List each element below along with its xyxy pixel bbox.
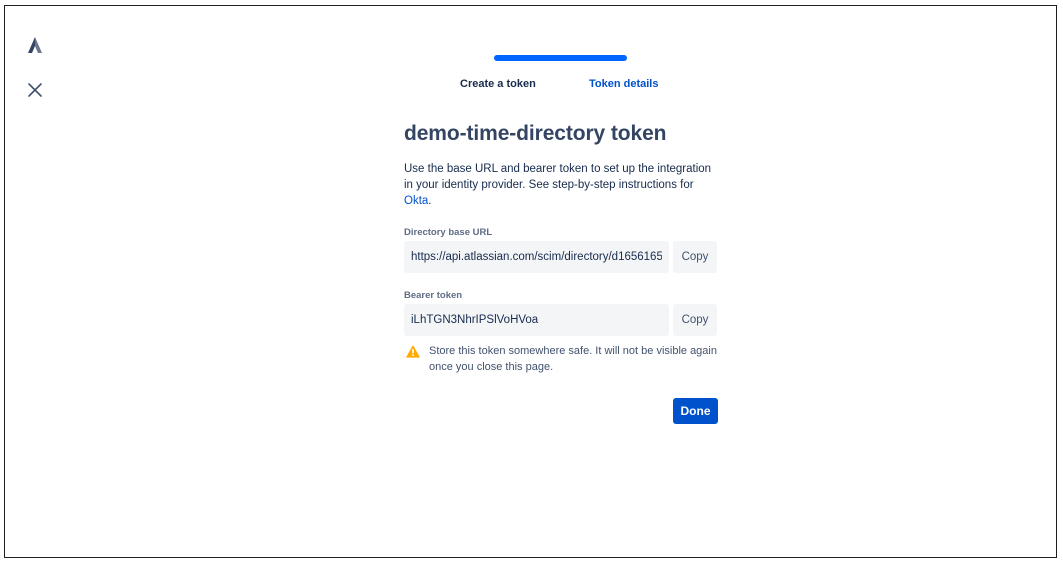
okta-link[interactable]: Okta — [404, 195, 428, 207]
page-frame: Create a token Token details demo-time-d… — [4, 5, 1057, 558]
step-create-token: Create a token — [460, 78, 536, 90]
directory-url-label: Directory base URL — [404, 227, 493, 238]
directory-url-field[interactable] — [404, 241, 669, 273]
intro-body: Use the base URL and bearer token to set… — [404, 163, 712, 191]
warning-message: Store this token somewhere safe. It will… — [429, 345, 717, 373]
done-button[interactable]: Done — [673, 398, 718, 424]
bearer-token-field[interactable] — [404, 304, 669, 336]
copy-url-button[interactable]: Copy — [673, 241, 717, 273]
warning-icon — [406, 345, 420, 358]
intro-period: . — [428, 195, 432, 207]
page-title: demo-time-directory token — [404, 122, 667, 145]
bearer-token-label: Bearer token — [404, 290, 463, 301]
copy-token-button[interactable]: Copy — [673, 304, 717, 336]
atlassian-logo-icon[interactable] — [26, 36, 44, 54]
intro-text: Use the base URL and bearer token to set… — [404, 161, 722, 209]
progress-bar — [494, 55, 627, 61]
close-icon[interactable] — [27, 82, 43, 98]
progress-bar-fill — [494, 55, 627, 61]
step-token-details[interactable]: Token details — [589, 78, 658, 90]
